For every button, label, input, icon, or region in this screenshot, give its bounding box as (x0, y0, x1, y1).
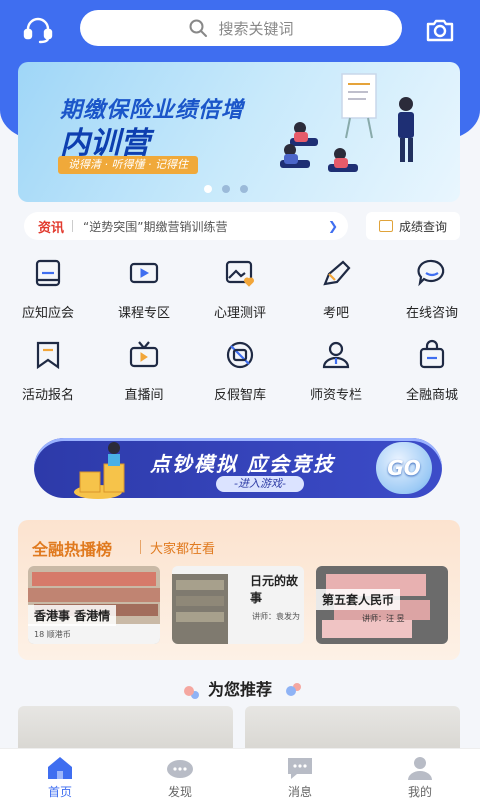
bookmark-icon (36, 341, 60, 370)
news-ticker[interactable]: 资讯 “逆势突围”期缴营销训练营 ❯ (24, 212, 348, 240)
hot-card[interactable]: 第五套人民币 讲师：汪 昱 (316, 566, 448, 644)
headset-icon[interactable] (22, 14, 54, 46)
divider (72, 220, 74, 232)
grid-label: 课程专区 (117, 306, 170, 321)
game-title: 点钞模拟 应会竞技 (150, 452, 335, 476)
tab-label: 我的 (407, 785, 432, 799)
pencil-icon (323, 260, 351, 286)
score-query-label: 成绩查询 (398, 219, 447, 234)
grid-item-courses[interactable]: 课程专区 (96, 254, 192, 336)
hot-card[interactable]: 日元的故事 讲师：袁发为 (172, 566, 304, 644)
grid-label: 应知应会 (21, 306, 74, 321)
banner-pagination (204, 185, 248, 193)
grid-item-online-consult[interactable]: 在线咨询 (384, 254, 480, 336)
book-icon (35, 259, 61, 287)
hot-card-title: 香港事 香港情 (28, 605, 117, 626)
promo-banner[interactable]: 期缴保险业绩倍增 内训营 说得清 · 听得懂 · 记得住 (18, 62, 460, 202)
banner-dot[interactable] (240, 185, 248, 193)
grid-item-anti-counterfeit[interactable]: 反假智库 (192, 336, 288, 418)
search-placeholder: 搜索关键词 (218, 19, 294, 38)
go-button[interactable]: GO (376, 442, 432, 494)
chevron-right-icon: ❯ (327, 219, 338, 233)
grid-label: 反假智库 (213, 388, 266, 403)
grid-label: 心理测评 (213, 306, 266, 321)
news-row: 资讯 “逆势突围”期缴营销训练营 ❯ 成绩查询 (24, 212, 460, 240)
hot-list-title: 全融热播榜 (32, 540, 113, 559)
hot-cards: 香港事 香港情 18 顺港币 日元的故事 讲师：袁发为 第五套人民币 讲师：汪 … (28, 566, 448, 644)
certificate-icon (378, 220, 393, 232)
counterfeit-icon (226, 341, 254, 369)
grid-label: 直播间 (124, 388, 164, 403)
grid-item-event-signup[interactable]: 活动报名 (0, 336, 96, 418)
search-input[interactable]: 搜索关键词 (80, 10, 402, 46)
hot-card-subtitle: 讲师：袁发为 (252, 612, 300, 621)
news-text: “逆势突围”期缴营销训练营 (83, 219, 228, 234)
grid-item-mall[interactable]: 全融商城 (384, 336, 480, 418)
tv-live-icon (129, 341, 159, 368)
camera-icon[interactable] (424, 14, 456, 46)
grid-label: 考吧 (322, 306, 349, 321)
training-scene-illustration (280, 73, 414, 172)
recommend-title: 为您推荐 (207, 680, 272, 699)
user-icon (408, 757, 432, 780)
search-icon (189, 19, 208, 37)
game-banner[interactable]: 点钞模拟 应会竞技 -进入游戏- GO (28, 428, 452, 508)
header: 搜索关键词 (0, 10, 480, 50)
hot-card[interactable]: 香港事 香港情 18 顺港币 (28, 566, 160, 644)
video-play-icon (129, 262, 159, 284)
tab-label: 消息 (287, 785, 312, 799)
hot-list-subtitle: 大家都在看 (150, 542, 216, 557)
grid-item-exam[interactable]: 考吧 (288, 254, 384, 336)
grid-label: 全融商城 (405, 388, 458, 403)
recommend-heading: 为您推荐 (0, 676, 480, 700)
home-icon (48, 757, 72, 779)
coins-illustration (74, 442, 125, 499)
tab-profile[interactable]: 我的 (360, 749, 480, 800)
score-query-button[interactable]: 成绩查询 (366, 212, 460, 240)
hot-card-title: 第五套人民币 (316, 589, 401, 610)
grid-item-live-room[interactable]: 直播间 (96, 336, 192, 418)
grid-label: 师资专栏 (309, 388, 362, 403)
banner-dot-active[interactable] (204, 185, 212, 193)
feature-grid: 应知应会 课程专区 心理测评 考吧 在线咨询 活动报名 直播间 反假智库 师资专… (0, 254, 480, 418)
enter-game-button[interactable]: -进入游戏- (216, 476, 304, 492)
banner-dot[interactable] (222, 185, 230, 193)
bottom-tab-bar: 首页 发现 消息 我的 (0, 748, 480, 800)
tab-label: 首页 (47, 785, 72, 799)
grid-label: 活动报名 (21, 388, 74, 403)
grid-item-psych-test[interactable]: 心理测评 (192, 254, 288, 336)
message-icon (288, 758, 312, 779)
grid-item-knowledge[interactable]: 应知应会 (0, 254, 96, 336)
teacher-icon (322, 341, 350, 369)
shopping-bag-icon (419, 339, 445, 369)
news-tag: 资讯 (38, 220, 65, 236)
hot-card-subtitle: 讲师：汪 昱 (362, 614, 405, 623)
grid-item-teachers[interactable]: 师资专栏 (288, 336, 384, 418)
decor-dots-icon (184, 685, 195, 696)
banner-slogan: 说得清 · 听得懂 · 记得住 (58, 156, 198, 174)
hot-list-section: 全融热播榜 大家都在看 香港事 香港情 18 顺港币 日元的故事 讲师：袁发为 … (18, 520, 460, 660)
divider (140, 540, 141, 554)
grid-label: 在线咨询 (405, 306, 458, 321)
hot-card-title: 日元的故事 (250, 574, 299, 605)
discover-icon (167, 760, 193, 778)
tab-messages[interactable]: 消息 (240, 749, 360, 800)
chat-bubble-icon (417, 259, 445, 287)
image-heart-icon (225, 260, 254, 287)
hot-card-subtitle: 18 顺港币 (34, 630, 71, 639)
tab-discover[interactable]: 发现 (120, 749, 240, 800)
tab-label: 发现 (167, 785, 192, 799)
decor-dots-icon (285, 685, 296, 696)
tab-home[interactable]: 首页 (0, 749, 120, 800)
